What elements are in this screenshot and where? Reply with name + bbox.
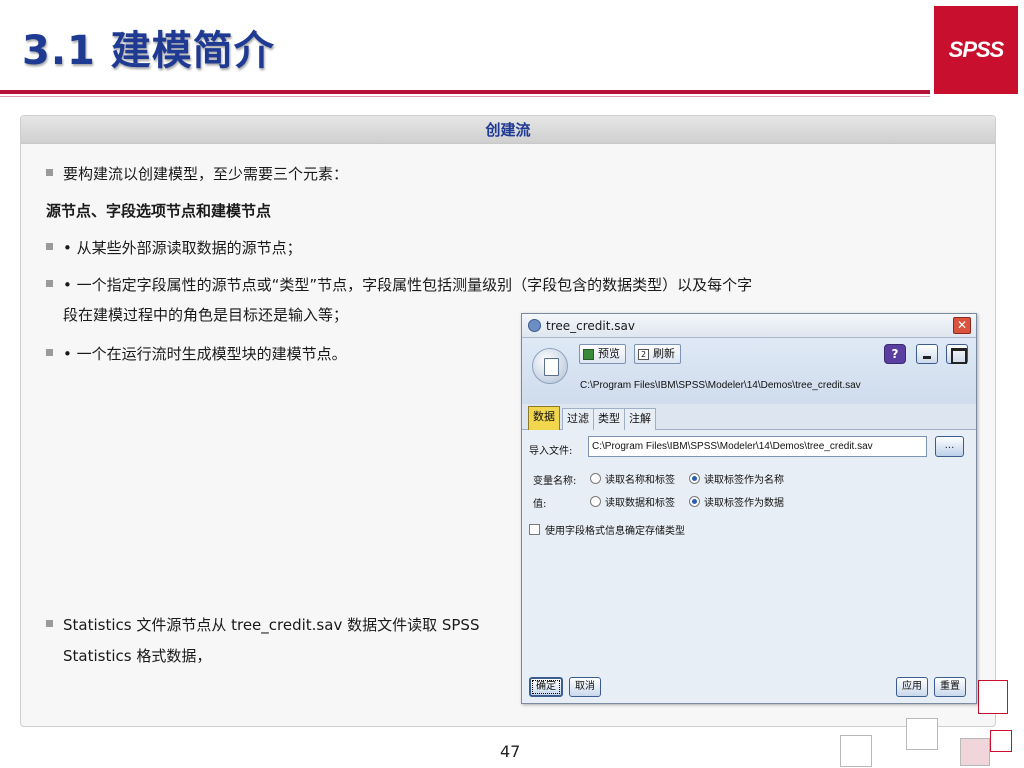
apply-button[interactable]: 应用 [896,677,928,697]
tab-type[interactable]: 类型 [593,408,625,430]
minimize-button[interactable] [916,344,938,364]
bullet-continuation: Statistics 格式数据， [63,641,211,671]
decorative-square-red [978,680,1008,714]
page-number: 47 [500,742,521,761]
radio-selected-icon [689,496,700,507]
dialog-title: tree_credit.sav [546,318,635,333]
tab-filter[interactable]: 过滤 [562,408,594,430]
statistics-file-node-icon [532,348,568,384]
radio-label: 读取数据和标签 [605,498,675,509]
preview-label: 预览 [598,347,620,360]
checkbox-box-icon [529,524,540,535]
radio-read-names-and-labels[interactable]: 读取名称和标签 [590,471,675,486]
decorative-square [960,738,990,766]
decorative-square [906,718,938,750]
title-divider [0,90,930,94]
dialog-footer: 确定 取消 应用 重置 [522,668,976,703]
radio-label: 读取标签作为数据 [704,498,784,509]
import-file-input[interactable]: C:\Program Files\IBM\SPSS\Modeler\14\Dem… [588,436,927,457]
import-file-label: 导入文件: [529,446,573,457]
bullet-continuation: 段在建模过程中的角色是目标还是输入等； [63,300,348,330]
radio-circle-icon [590,496,601,507]
maximize-button[interactable] [946,344,968,364]
slide-title: 3.1 建模简介 [22,28,275,74]
reset-button[interactable]: 重置 [934,677,966,697]
variable-names-label: 变量名称: [533,476,577,487]
modeler-app-icon [528,319,541,332]
refresh-label: 刷新 [653,347,675,360]
tab-data[interactable]: 数据 [528,406,560,430]
help-button[interactable]: ? [884,344,906,364]
use-field-format-checkbox[interactable]: 使用字段格式信息确定存储类型 [529,522,685,537]
bullet-text: • 一个指定字段属性的源节点或“类型”节点，字段属性包括测量级别（字段包含的数据… [63,276,753,294]
radio-selected-icon [689,473,700,484]
bullet-square-icon [46,243,53,250]
spss-logo: SPSS [934,6,1018,94]
bullet-square-icon [46,280,53,287]
decorative-square-red [990,730,1012,752]
bullet-square-icon [46,620,53,627]
bullet-text: Statistics 格式数据， [63,647,212,665]
preview-button[interactable]: 预览 [579,344,626,364]
node-path-label: C:\Program Files\IBM\SPSS\Modeler\14\Dem… [580,380,861,391]
bullet-item: • 一个在运行流时生成模型块的建模节点。 [46,339,347,369]
values-label: 值: [533,499,547,510]
panel-header: 创建流 [21,116,995,144]
tab-annotation[interactable]: 注解 [624,408,656,430]
close-button[interactable]: ✕ [953,317,971,334]
bullet-text: 源节点、字段选项节点和建模节点 [46,202,272,220]
bullet-text: 段在建模过程中的角色是目标还是输入等； [63,306,349,324]
bullet-square-icon [46,169,53,176]
bullet-square-icon [46,349,53,356]
bold-line: 源节点、字段选项节点和建模节点 [46,196,271,226]
refresh-button[interactable]: 2 刷新 [634,344,681,364]
radio-label: 读取名称和标签 [605,475,675,486]
dialog-titlebar[interactable]: tree_credit.sav [522,314,976,338]
bullet-item: Statistics 文件源节点从 tree_credit.sav 数据文件读取… [46,610,479,640]
cancel-button[interactable]: 取消 [569,677,601,697]
radio-read-labels-as-names[interactable]: 读取标签作为名称 [689,471,784,486]
bullet-text: • 从某些外部源读取数据的源节点； [63,239,302,257]
refresh-icon: 2 [638,348,649,360]
play-icon [583,348,594,360]
radio-circle-icon [590,473,601,484]
radio-read-data-and-labels[interactable]: 读取数据和标签 [590,494,675,509]
radio-read-labels-as-data[interactable]: 读取标签作为数据 [689,494,784,509]
source-node-dialog: tree_credit.sav ✕ 预览 2 刷新 ? C:\Program F… [521,313,977,704]
bullet-item: • 一个指定字段属性的源节点或“类型”节点，字段属性包括测量级别（字段包含的数据… [46,270,752,300]
bullet-text: • 一个在运行流时生成模型块的建模节点。 [63,345,347,363]
decorative-square [840,735,872,767]
bullet-item: • 从某些外部源读取数据的源节点； [46,233,302,263]
tab-bar: 数据 过滤 类型 注解 [522,404,976,430]
data-tab-body: 导入文件: C:\Program Files\IBM\SPSS\Modeler\… [522,430,976,668]
bullet-text: Statistics 文件源节点从 tree_credit.sav 数据文件读取… [63,616,480,634]
dialog-toolbar-area: 预览 2 刷新 ? C:\Program Files\IBM\SPSS\Mode… [522,338,976,404]
bullet-item: 要构建流以创建模型，至少需要三个元素： [46,159,348,189]
title-divider-thin [0,96,930,97]
checkbox-label: 使用字段格式信息确定存储类型 [545,526,685,537]
bullet-text: 要构建流以创建模型，至少需要三个元素： [63,165,349,183]
radio-label: 读取标签作为名称 [704,475,784,486]
ok-button[interactable]: 确定 [529,677,563,697]
browse-button[interactable]: ... [935,436,964,457]
